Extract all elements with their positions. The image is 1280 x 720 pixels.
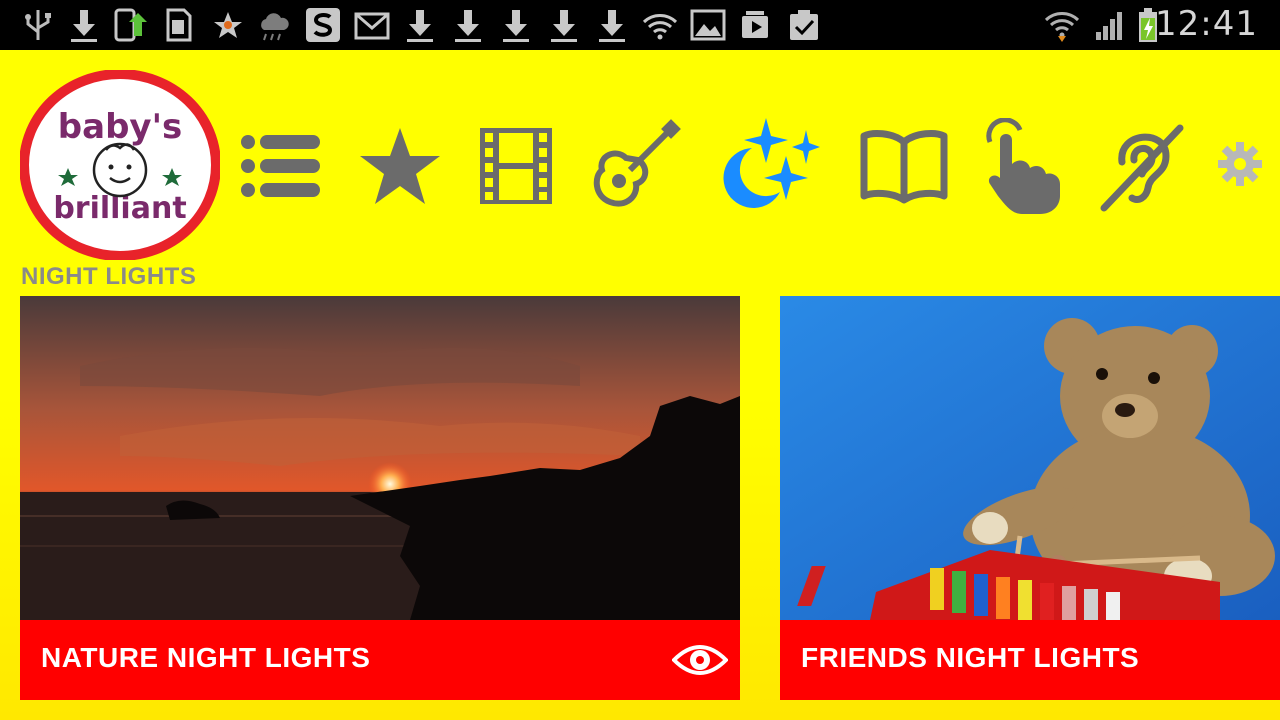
card-bar: NATURE NIGHT LIGHTS [20, 620, 740, 700]
app-s-icon [304, 6, 340, 44]
cloud-rain-icon [256, 6, 292, 44]
download-icon [66, 6, 102, 44]
wifi-question-icon [642, 6, 678, 44]
gmail-icon [354, 6, 390, 44]
star-icon[interactable] [358, 118, 442, 214]
eye-icon[interactable] [671, 640, 729, 680]
download-icon [450, 6, 486, 44]
card-bar: FRIENDS NIGHT LIGHTS [780, 620, 1280, 700]
card-label: NATURE NIGHT LIGHTS [41, 642, 371, 673]
clipboard-check-icon [786, 6, 822, 44]
status-bar: 12:41 [0, 0, 1280, 50]
card-nature-night-lights[interactable]: NATURE NIGHT LIGHTS [20, 296, 740, 700]
download-icon [594, 6, 630, 44]
download-icon [402, 6, 438, 44]
card-friends-night-lights[interactable]: FRIENDS NIGHT LIGHTS [780, 296, 1280, 700]
star-notification-icon [210, 6, 246, 44]
babys-brilliant-logo[interactable]: baby's brilliant [19, 69, 221, 261]
ear-icon[interactable] [1096, 118, 1184, 214]
download-icon [546, 6, 582, 44]
phone-sync-icon [112, 6, 148, 44]
moon-stars-icon[interactable] [716, 118, 820, 214]
book-icon[interactable] [858, 118, 950, 214]
section-title: NIGHT LIGHTS [21, 263, 197, 290]
media-icon [738, 6, 774, 44]
svg-text:baby's: baby's [58, 107, 182, 147]
guitar-icon[interactable] [586, 118, 682, 214]
teddy-bear-image [780, 296, 1280, 620]
usb-icon [20, 6, 56, 44]
film-icon[interactable] [478, 118, 554, 214]
clock: 12:41 [1155, 4, 1258, 44]
gallery-icon [690, 6, 726, 44]
gear-icon[interactable] [1218, 142, 1262, 186]
download-icon [498, 6, 534, 44]
signal-icon [1092, 6, 1128, 44]
list-icon[interactable] [240, 118, 322, 214]
sd-card-icon [160, 6, 196, 44]
sunset-image [20, 296, 740, 620]
wifi-icon [1044, 6, 1084, 44]
card-label: FRIENDS NIGHT LIGHTS [801, 642, 1140, 673]
touch-hand-icon[interactable] [984, 117, 1064, 214]
